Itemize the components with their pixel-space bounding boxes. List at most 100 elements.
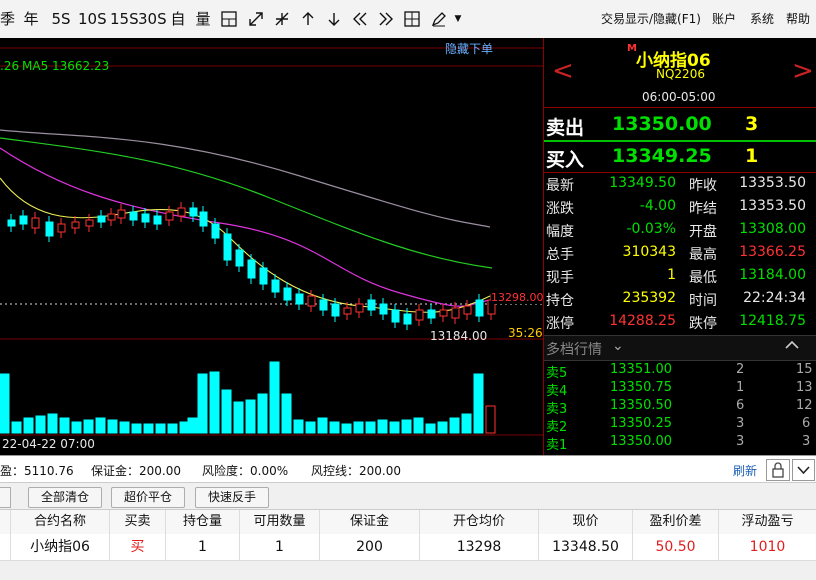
ask-volume: 3 bbox=[745, 113, 759, 135]
volume-bar bbox=[365, 421, 376, 434]
depth-label: 卖5 bbox=[546, 366, 568, 381]
depth-price[interactable]: 13350.00 bbox=[610, 434, 672, 449]
candle-body bbox=[31, 217, 40, 229]
col-header-avg-open[interactable]: 开仓均价 bbox=[420, 510, 539, 534]
double-right-icon[interactable] bbox=[375, 8, 397, 30]
collapse-panel-icon[interactable] bbox=[792, 459, 815, 481]
double-chevron-down-icon[interactable]: ⌄ bbox=[612, 338, 624, 354]
volume-bar bbox=[473, 373, 484, 434]
period-10s-button[interactable]: 10S bbox=[78, 8, 107, 30]
stat-label-last: 最新 bbox=[546, 178, 574, 194]
stat-low: 13184.00 bbox=[739, 267, 806, 283]
period-season-button[interactable]: 季 bbox=[0, 8, 15, 30]
horizontal-scrollbar[interactable] bbox=[0, 561, 816, 580]
col-header-available[interactable]: 可用数量 bbox=[240, 510, 320, 534]
header-spacer bbox=[0, 510, 11, 534]
candle-body bbox=[189, 207, 198, 217]
period-year-button[interactable]: 年 bbox=[22, 8, 40, 30]
row-spacer bbox=[0, 534, 11, 560]
account-menu[interactable]: 账户 bbox=[712, 8, 736, 30]
col-header-profit-diff[interactable]: 盈利价差 bbox=[633, 510, 719, 534]
divider bbox=[544, 107, 816, 108]
candle-body bbox=[107, 213, 116, 221]
candle-body bbox=[391, 309, 400, 323]
period-5s-button[interactable]: 5S bbox=[50, 8, 72, 30]
volume-bar bbox=[281, 393, 292, 434]
depth-price[interactable]: 13350.75 bbox=[610, 380, 672, 395]
bid-price[interactable]: 13349.25 bbox=[612, 145, 712, 167]
custom-period-button[interactable]: 自 bbox=[168, 8, 188, 30]
col-header-contract[interactable]: 合约名称 bbox=[11, 510, 110, 534]
volume-bar bbox=[95, 417, 106, 434]
candle-body bbox=[283, 287, 292, 301]
refresh-link[interactable]: 刷新 bbox=[733, 462, 757, 479]
chevron-down-icon[interactable]: ▼ bbox=[452, 8, 464, 30]
depth-header[interactable]: 多档行情 ⌄ bbox=[544, 335, 816, 361]
period-15s-button[interactable]: 15S bbox=[110, 8, 139, 30]
truncated-button[interactable] bbox=[0, 487, 11, 508]
shrink-icon[interactable] bbox=[271, 8, 293, 30]
ask-price[interactable]: 13350.00 bbox=[612, 113, 712, 135]
over-price-close-button[interactable]: 超价平仓 bbox=[111, 487, 185, 508]
next-contract-icon[interactable]: > bbox=[792, 56, 814, 86]
candle-body bbox=[355, 303, 364, 313]
candle-body bbox=[211, 223, 220, 239]
col-header-floating-pnl[interactable]: 浮动盈亏 bbox=[719, 510, 816, 534]
stat-label-limit-up: 涨停 bbox=[546, 316, 574, 332]
volume-bar bbox=[155, 423, 166, 434]
candle-body bbox=[235, 249, 244, 267]
toggle-trade-panel-link[interactable]: 交易显示/隐藏(F1) bbox=[601, 8, 701, 30]
cell-margin: 200 bbox=[320, 534, 420, 560]
cell-avg-open: 13298 bbox=[420, 534, 539, 560]
pnl-text: 盈：5110.76 bbox=[0, 464, 74, 478]
stat-prev-close: 13353.50 bbox=[739, 175, 806, 191]
period-30s-button[interactable]: 30S bbox=[138, 8, 167, 30]
collapse-icon[interactable] bbox=[784, 338, 804, 356]
volume-bar bbox=[23, 417, 34, 434]
candle-body bbox=[7, 219, 16, 227]
fast-reverse-button[interactable]: 快速反手 bbox=[195, 487, 269, 508]
candle-body bbox=[451, 307, 460, 319]
col-header-side[interactable]: 买卖 bbox=[110, 510, 166, 534]
volume-bar bbox=[35, 415, 46, 434]
depth-extra: 3 bbox=[802, 434, 811, 449]
price-marker: 13298.00 bbox=[491, 291, 544, 304]
system-menu[interactable]: 系统 bbox=[750, 8, 774, 30]
volume-bar bbox=[107, 419, 118, 434]
prev-contract-icon[interactable]: < bbox=[552, 56, 574, 86]
arrow-down-icon[interactable] bbox=[323, 8, 345, 30]
grid-icon[interactable] bbox=[401, 8, 423, 30]
hide-orders-link[interactable]: 隐藏下单 bbox=[445, 40, 493, 57]
close-all-button[interactable]: 全部清仓 bbox=[28, 487, 102, 508]
depth-price[interactable]: 13351.00 bbox=[610, 362, 672, 377]
col-header-position[interactable]: 持仓量 bbox=[166, 510, 240, 534]
col-header-current[interactable]: 现价 bbox=[539, 510, 633, 534]
stat-label-range: 幅度 bbox=[546, 224, 574, 240]
volume-bar bbox=[221, 389, 232, 434]
stop-line-text: 风控线：200.00 bbox=[311, 464, 401, 478]
cell-side: 买 bbox=[110, 534, 166, 560]
table-row[interactable]: 小纳指06 买 1 1 200 13298 13348.50 50.50 101… bbox=[0, 534, 816, 561]
cell-profit-diff: 50.50 bbox=[633, 534, 719, 560]
arrow-up-icon[interactable] bbox=[297, 8, 319, 30]
pen-icon[interactable] bbox=[428, 8, 450, 30]
depth-title: 多档行情 bbox=[546, 342, 602, 358]
kline-chart[interactable]: .26 MA5 13662.23 隐藏下单 13298.00 13184.00 … bbox=[0, 38, 544, 455]
col-header-margin[interactable]: 保证金 bbox=[320, 510, 420, 534]
depth-price[interactable]: 13350.50 bbox=[610, 398, 672, 413]
lock-icon[interactable] bbox=[766, 459, 790, 481]
stat-label-time: 时间 bbox=[689, 293, 717, 309]
layout-icon[interactable] bbox=[218, 8, 240, 30]
stat-time: 22:24:34 bbox=[743, 290, 806, 306]
expand-icon[interactable] bbox=[245, 8, 267, 30]
cell-current: 13348.50 bbox=[539, 534, 633, 560]
volume-button[interactable]: 量 bbox=[193, 8, 213, 30]
risk-text: 风险度：0.00% bbox=[202, 464, 289, 478]
depth-price[interactable]: 13350.25 bbox=[610, 416, 672, 431]
ma5-line bbox=[0, 177, 491, 313]
double-left-icon[interactable] bbox=[349, 8, 371, 30]
candle-body bbox=[129, 211, 138, 221]
candle-body bbox=[141, 213, 150, 223]
help-menu[interactable]: 帮助 bbox=[786, 8, 810, 30]
candle-body bbox=[319, 299, 328, 311]
